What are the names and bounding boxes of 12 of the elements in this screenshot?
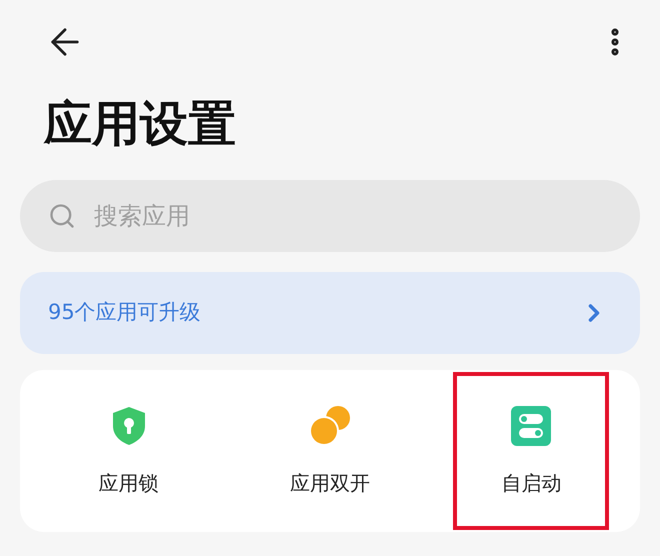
banner-text: 95个应用可升级 bbox=[48, 299, 201, 326]
toggle-switches-icon bbox=[511, 406, 552, 446]
shortcut-item[interactable]: 自启动 bbox=[453, 372, 610, 530]
shortcut-label: 自启动 bbox=[501, 470, 562, 497]
shortcut-item[interactable]: 应用锁 bbox=[50, 372, 207, 530]
shortcut-label: 应用双开 bbox=[290, 470, 370, 497]
search-icon bbox=[48, 202, 76, 230]
shield-lock-icon bbox=[110, 406, 147, 446]
search-field[interactable]: 搜索应用 bbox=[20, 180, 640, 252]
shortcut-item[interactable]: 应用双开 bbox=[252, 372, 408, 530]
page-title: 应用设置 bbox=[42, 100, 237, 148]
shortcut-label: 应用锁 bbox=[98, 470, 159, 497]
